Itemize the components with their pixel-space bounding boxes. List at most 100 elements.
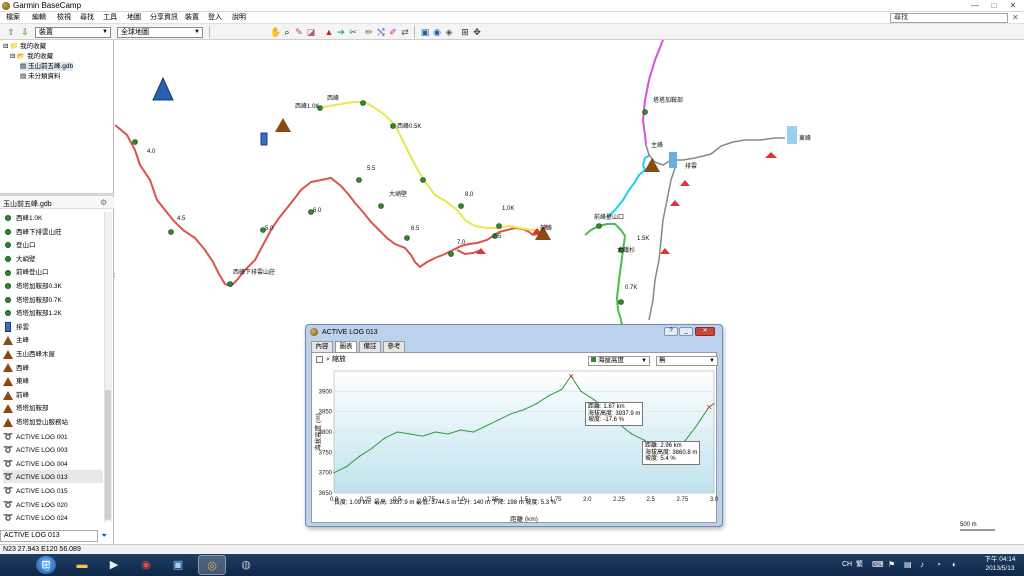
search-clear-icon[interactable]: ✕ bbox=[1012, 12, 1019, 23]
list-item[interactable]: ➰ ACTIVE LOG 013 bbox=[3, 470, 103, 484]
magenta-track[interactable] bbox=[641, 40, 664, 146]
tray-app-icon[interactable]: ◐ bbox=[952, 558, 957, 572]
list-item[interactable]: 登山口 bbox=[3, 239, 103, 252]
library-folder[interactable]: ⊟ 📂 我的收藏 bbox=[10, 52, 53, 61]
list-item[interactable]: 大峭壁 bbox=[3, 253, 103, 266]
internet-explorer-icon[interactable]: e bbox=[36, 556, 58, 576]
send-to-device-icon[interactable]: ⇩ bbox=[20, 27, 30, 37]
menu-view[interactable]: 檢視 bbox=[57, 13, 71, 23]
tray-app-icon[interactable]: ◔ bbox=[936, 558, 941, 572]
edit-track-icon[interactable]: ✏ bbox=[364, 27, 374, 37]
menu-tools[interactable]: 工具 bbox=[103, 13, 117, 23]
list-item[interactable]: ➰ ACTIVE LOG 024 bbox=[3, 511, 103, 524]
menu-help[interactable]: 說明 bbox=[232, 13, 246, 23]
red-track[interactable] bbox=[115, 124, 548, 288]
menu-file[interactable]: 檔案 bbox=[6, 13, 20, 23]
log-minimize-button[interactable]: _ bbox=[679, 327, 693, 336]
list-item[interactable]: 西峰下排雲山莊 bbox=[3, 226, 103, 239]
hiker-icon[interactable] bbox=[787, 126, 797, 144]
list-item[interactable]: 排雲 bbox=[3, 321, 103, 334]
tray-volume-icon[interactable]: ♪ bbox=[920, 558, 924, 572]
list-item[interactable]: ➰ ACTIVE LOG 015 bbox=[3, 484, 103, 497]
zoom-tool-icon[interactable]: ⌕ bbox=[282, 27, 292, 37]
file-explorer-icon[interactable]: ▬ bbox=[68, 555, 96, 575]
list-item[interactable]: 塔塔加鞍部0.3K bbox=[3, 280, 103, 293]
menu-share[interactable]: 分享資訊 bbox=[150, 13, 178, 23]
log-close-button[interactable]: ✕ bbox=[695, 327, 715, 336]
tab-properties[interactable]: 內容 bbox=[311, 341, 333, 352]
menu-find[interactable]: 尋找 bbox=[80, 13, 94, 23]
cyan-track[interactable] bbox=[606, 154, 651, 219]
tab-references[interactable]: 參考 bbox=[383, 341, 405, 352]
grey-track[interactable] bbox=[645, 137, 785, 166]
list-item[interactable]: 前峰登山口 bbox=[3, 266, 103, 279]
list-item[interactable]: 塔塔加鞍部 bbox=[3, 402, 103, 415]
utility-app-icon[interactable]: ◍ bbox=[232, 555, 260, 575]
language-indicator[interactable]: CH bbox=[842, 558, 852, 572]
settings-gear-icon[interactable]: ⚙ bbox=[100, 198, 107, 207]
library-root[interactable]: ⊟ 📁 我的收藏 bbox=[3, 42, 46, 51]
minimize-button[interactable]: — bbox=[966, 0, 984, 11]
hiker-icon[interactable] bbox=[669, 152, 677, 168]
summit-icon[interactable] bbox=[644, 158, 660, 172]
green-track[interactable] bbox=[584, 223, 627, 331]
list-item[interactable]: 東峰 bbox=[3, 375, 103, 388]
pan-icon[interactable]: ✥ bbox=[472, 27, 482, 37]
list-item[interactable]: ➰ ACTIVE LOG 003 bbox=[3, 443, 103, 456]
media-player-icon[interactable]: ▶ bbox=[100, 555, 128, 575]
list-item[interactable]: 塔塔加鞍部1.2K bbox=[3, 307, 103, 320]
monitor-app-icon[interactable]: ▣ bbox=[164, 555, 192, 575]
join-track-icon[interactable]: ⤭ bbox=[376, 27, 386, 37]
route-tool-icon[interactable]: ➔ bbox=[336, 27, 346, 37]
list-item[interactable]: ➰ ACTIVE LOG 020 bbox=[3, 498, 103, 511]
globe-icon[interactable]: ◉ bbox=[432, 27, 442, 37]
menu-map[interactable]: 地圖 bbox=[127, 13, 141, 23]
menu-login[interactable]: 登入 bbox=[208, 13, 222, 23]
device-select[interactable]: 裝置 ▼ bbox=[35, 27, 111, 38]
measure-tool-icon[interactable]: ✎ bbox=[294, 27, 304, 37]
list-item[interactable]: 前峰 bbox=[3, 389, 103, 402]
filter-icon[interactable]: ⏷ bbox=[101, 531, 107, 541]
list-item[interactable]: ➰ ACTIVE LOG 001 bbox=[3, 430, 103, 443]
list-scrollbar-thumb[interactable] bbox=[105, 390, 111, 520]
tab-notes[interactable]: 備註 bbox=[359, 341, 381, 352]
panel-divider[interactable] bbox=[0, 193, 114, 196]
basecamp-task-icon[interactable]: ◎ bbox=[198, 555, 226, 575]
list-item[interactable]: 西峰 bbox=[3, 362, 103, 375]
list-item[interactable]: 主峰 bbox=[3, 334, 103, 347]
active-log-window[interactable]: ACTIVE LOG 013 ? _ ✕ 內容 圖表 備註 參考 ⌕ 縮放 海拔… bbox=[305, 324, 723, 527]
menu-edit[interactable]: 編輯 bbox=[32, 13, 46, 23]
map-waypoints[interactable] bbox=[132, 100, 648, 305]
list-item[interactable]: 塔塔加鞍部0.7K bbox=[3, 294, 103, 307]
search-input[interactable]: 尋找 bbox=[890, 13, 1008, 23]
library-item-gdb[interactable]: ▤ 玉山前五峰.gdb bbox=[20, 62, 74, 71]
ime-indicator[interactable]: 繁 bbox=[856, 558, 863, 572]
list-item[interactable]: 玉山西峰木屋 bbox=[3, 348, 103, 361]
list-item[interactable]: 塔塔加登山服務站 bbox=[3, 416, 103, 429]
map-select[interactable]: 全球地圖 ▼ bbox=[117, 27, 203, 38]
tray-network-icon[interactable]: ▤ bbox=[904, 558, 912, 572]
tray-keyboard-icon[interactable]: ⌨ bbox=[872, 558, 884, 572]
pencil-icon[interactable]: ✐ bbox=[388, 27, 398, 37]
active-track-select[interactable]: ACTIVE LOG 013 bbox=[0, 530, 98, 542]
scissors-icon[interactable]: ✂ bbox=[348, 27, 358, 37]
grey-track[interactable] bbox=[648, 167, 676, 321]
grid-icon[interactable]: ⊞ bbox=[460, 27, 470, 37]
list-item[interactable]: ➰ ACTIVE LOG 004 bbox=[3, 457, 103, 470]
hand-tool-icon[interactable]: ✋ bbox=[270, 27, 281, 37]
transfer-icon[interactable]: ⇄ bbox=[400, 27, 410, 37]
library-item-unfiled[interactable]: ▤ 未分類資料 bbox=[20, 72, 60, 81]
eraser-tool-icon[interactable]: ◪ bbox=[306, 27, 316, 37]
summit-icon[interactable] bbox=[275, 118, 291, 132]
waypoint-tool-icon[interactable]: ▲ bbox=[324, 27, 334, 37]
maximize-button[interactable]: □ bbox=[985, 0, 1003, 11]
log-help-button[interactable]: ? bbox=[664, 327, 678, 336]
receive-from-device-icon[interactable]: ⇧ bbox=[6, 27, 16, 37]
layers-icon[interactable]: ◈ bbox=[444, 27, 454, 37]
menu-device[interactable]: 裝置 bbox=[185, 13, 199, 23]
close-button[interactable]: ✕ bbox=[1004, 0, 1022, 11]
2d-view-icon[interactable]: ▣ bbox=[420, 27, 430, 37]
building-icon[interactable] bbox=[260, 132, 268, 146]
list-item[interactable]: 西峰1.0K bbox=[3, 212, 103, 225]
tray-flag-icon[interactable]: ⚑ bbox=[888, 558, 895, 572]
